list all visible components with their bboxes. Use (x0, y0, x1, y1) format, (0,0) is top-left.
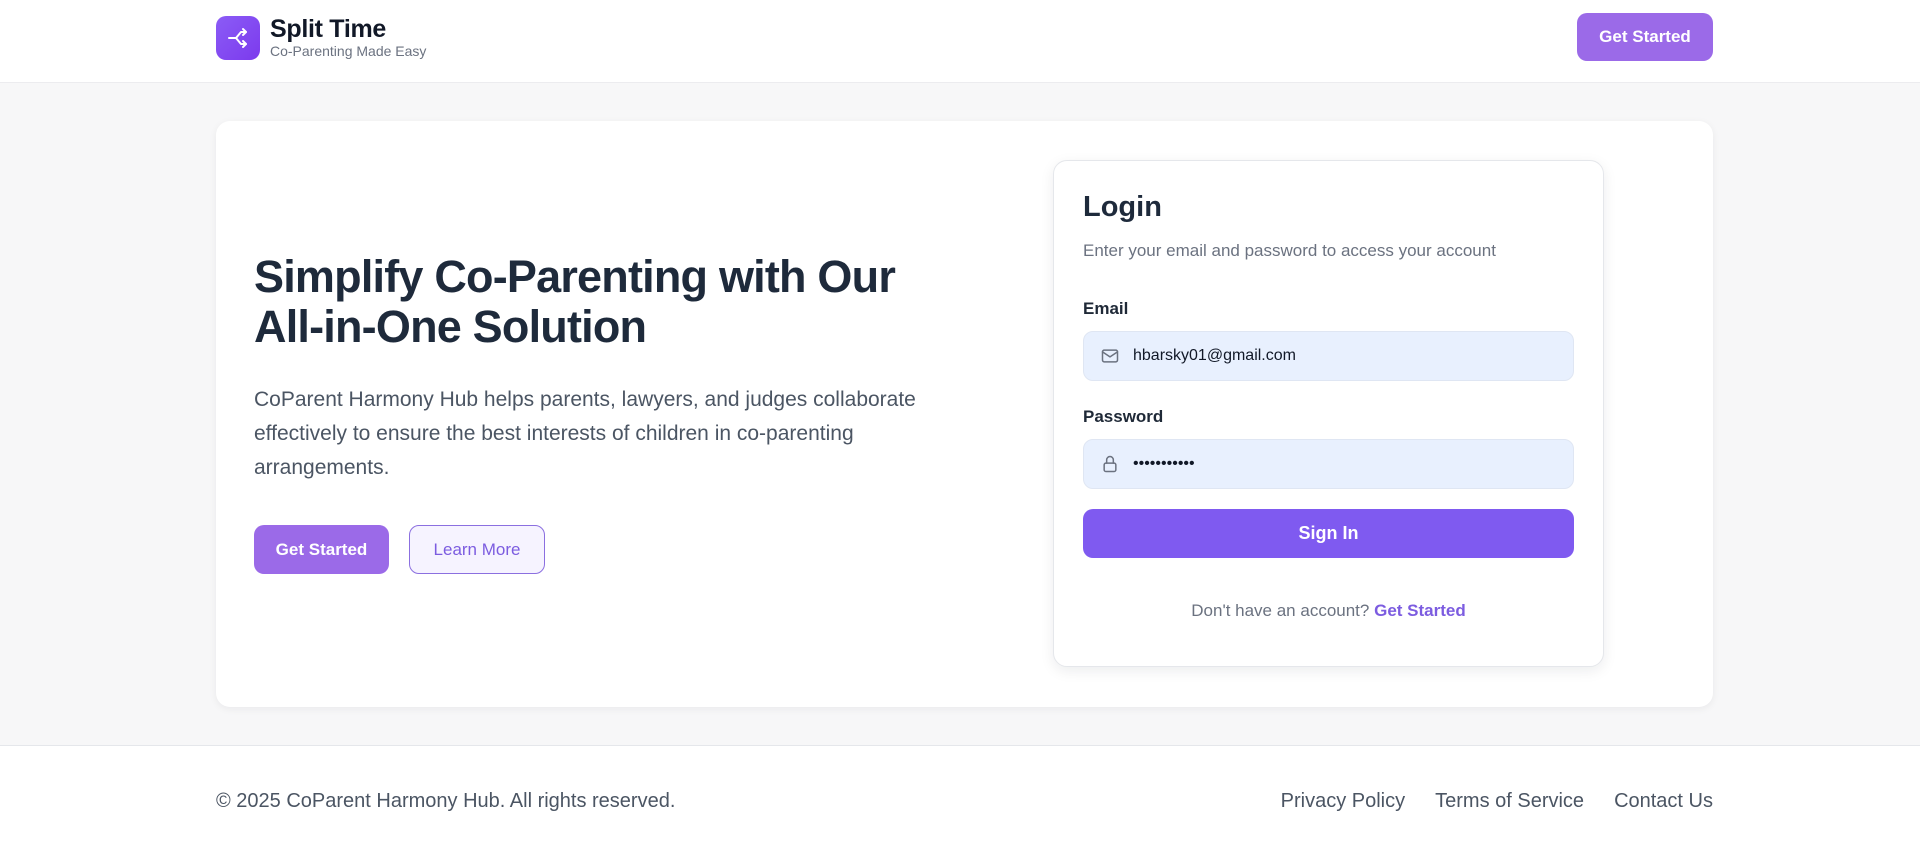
brand-title: Split Time (270, 15, 387, 43)
email-field[interactable] (1083, 331, 1574, 381)
signup-prompt: Don't have an account? (1191, 601, 1370, 620)
header-get-started-button[interactable]: Get Started (1577, 13, 1713, 61)
email-input[interactable] (1133, 347, 1553, 365)
hero-get-started-button[interactable]: Get Started (254, 525, 389, 574)
login-subtitle: Enter your email and password to access … (1083, 241, 1496, 260)
hero-description: CoParent Harmony Hub helps parents, lawy… (254, 388, 916, 479)
contact-us-link[interactable]: Contact Us (1614, 790, 1713, 813)
privacy-policy-link[interactable]: Privacy Policy (1281, 790, 1405, 813)
signup-prompt-line: Don't have an account? Get Started (1054, 601, 1603, 621)
split-arrows-icon (216, 15, 260, 60)
sign-in-button[interactable]: Sign In (1083, 509, 1574, 558)
hero-title: Simplify Co-Parenting with Our All-in-On… (254, 251, 896, 352)
password-field[interactable] (1083, 439, 1574, 489)
login-title: Login (1083, 191, 1162, 223)
hero-actions: Get Started Learn More (254, 525, 545, 574)
password-label: Password (1083, 407, 1164, 426)
terms-of-service-link[interactable]: Terms of Service (1435, 790, 1584, 813)
footer-nav: Privacy Policy Terms of Service Contact … (1251, 790, 1713, 813)
email-label: Email (1083, 299, 1129, 318)
signup-link[interactable]: Get Started (1374, 601, 1466, 620)
brand-tagline: Co-Parenting Made Easy (270, 43, 427, 59)
site-footer: © 2025 CoParent Harmony Hub. All rights … (0, 745, 1920, 848)
learn-more-button[interactable]: Learn More (409, 525, 545, 574)
site-header: Split Time Co-Parenting Made Easy Get St… (0, 0, 1920, 83)
password-input[interactable] (1133, 455, 1553, 473)
mail-icon (1099, 345, 1121, 367)
copyright: © 2025 CoParent Harmony Hub. All rights … (216, 790, 676, 812)
lock-icon (1099, 453, 1121, 475)
brand[interactable]: Split Time Co-Parenting Made Easy (216, 15, 426, 60)
login-card: Login Enter your email and password to a… (1053, 160, 1604, 667)
